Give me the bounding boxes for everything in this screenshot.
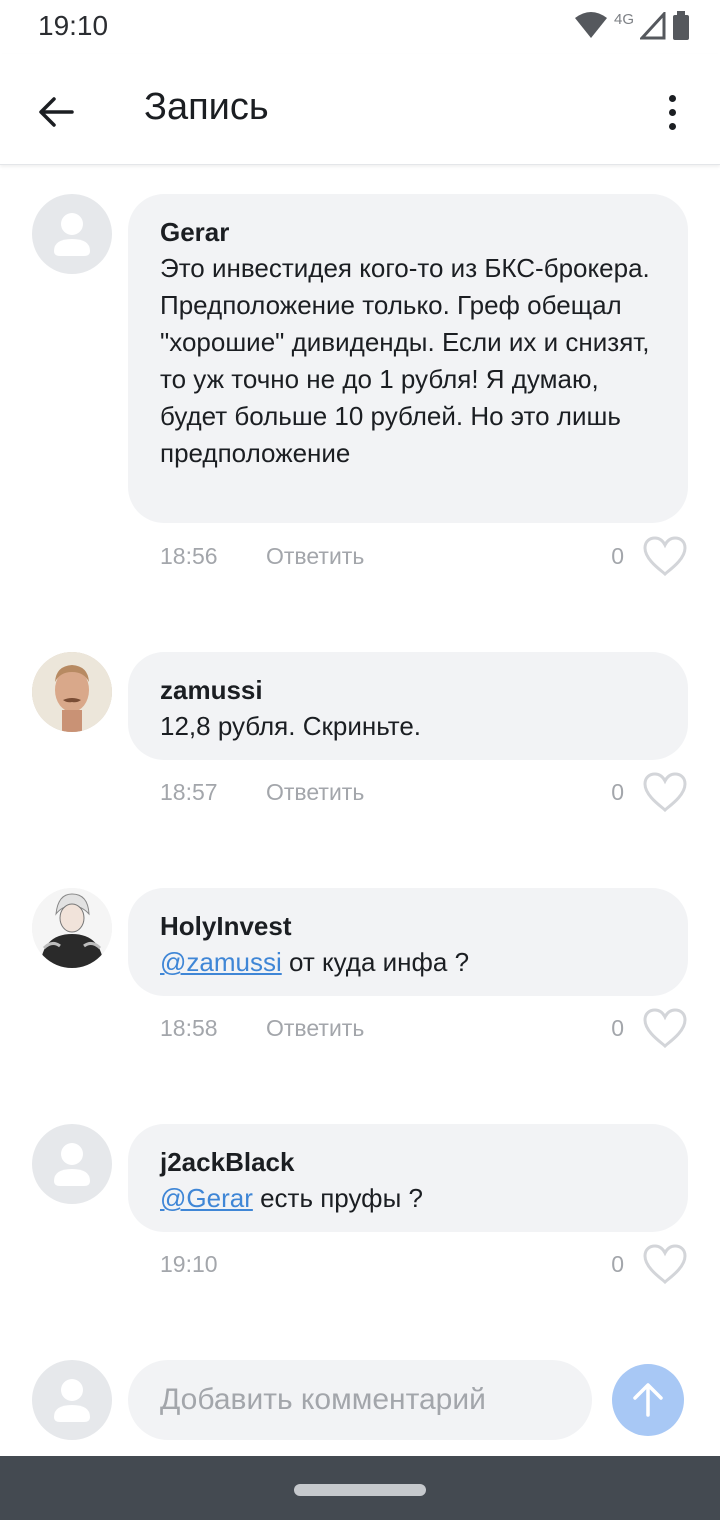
comment-time: 18:57 bbox=[160, 779, 218, 805]
app-bar: Запись bbox=[0, 54, 720, 165]
comment-text: 12,8 рубля. Скриньте. bbox=[160, 711, 422, 741]
comment-time: 19:10 bbox=[160, 1251, 218, 1277]
comment-author[interactable]: j2ackBlack bbox=[160, 1144, 660, 1180]
battery-icon bbox=[673, 11, 689, 40]
back-button[interactable] bbox=[28, 84, 84, 140]
page-title: Запись bbox=[144, 86, 269, 128]
comment-time: 18:56 bbox=[160, 543, 218, 569]
comment-text-body: от куда инфа ? bbox=[281, 947, 470, 977]
comment-meta: 18:58 Ответить 0 bbox=[160, 1007, 688, 1049]
status-icons: 4G bbox=[574, 10, 690, 42]
like-count: 0 bbox=[611, 543, 624, 569]
comment-meta: 18:56 Ответить 0 bbox=[160, 535, 688, 577]
like-count: 0 bbox=[611, 779, 624, 805]
comment-author[interactable]: Gerar bbox=[160, 214, 660, 250]
avatar[interactable] bbox=[32, 888, 112, 968]
avatar[interactable] bbox=[32, 652, 112, 732]
like-count: 0 bbox=[611, 1251, 624, 1277]
reply-button[interactable]: Ответить bbox=[266, 543, 364, 570]
comment-time: 18:58 bbox=[160, 1015, 218, 1041]
comment-bubble: j2ackBlack @Gerar есть пруфы ? bbox=[128, 1124, 688, 1232]
comment-text: @zamussi от куда инфа ? bbox=[160, 944, 660, 981]
network-type-label: 4G bbox=[613, 10, 634, 28]
status-bar: 19:10 4G bbox=[0, 0, 720, 54]
wifi-icon bbox=[574, 12, 607, 38]
comment-meta: 18:57 Ответить 0 bbox=[160, 771, 688, 813]
more-options-button[interactable] bbox=[652, 84, 692, 140]
arrow-back-icon bbox=[39, 97, 74, 127]
arrow-up-icon bbox=[633, 1383, 663, 1417]
status-time: 19:10 bbox=[38, 10, 109, 41]
mention-link[interactable]: @zamussi bbox=[160, 947, 282, 977]
user-photo-icon bbox=[32, 888, 112, 968]
reply-button[interactable]: Ответить bbox=[266, 1015, 364, 1042]
default-avatar-icon bbox=[54, 213, 90, 256]
send-button[interactable] bbox=[612, 1364, 684, 1436]
comment-bubble: HolyInvest @zamussi от куда инфа ? bbox=[128, 888, 688, 996]
comment-text: Это инвестидея кого-то из БКС-брокера. П… bbox=[160, 253, 650, 468]
user-photo-icon bbox=[32, 652, 112, 732]
like-count: 0 bbox=[611, 1015, 624, 1041]
home-gesture-handle[interactable] bbox=[294, 1484, 426, 1496]
system-nav-bar bbox=[0, 1456, 720, 1520]
default-avatar-icon bbox=[54, 1143, 90, 1186]
cellular-signal-icon bbox=[640, 12, 666, 40]
heart-icon[interactable] bbox=[642, 1243, 688, 1285]
current-user-avatar bbox=[32, 1360, 112, 1440]
avatar[interactable] bbox=[32, 194, 112, 274]
reply-button[interactable]: Ответить bbox=[266, 779, 364, 806]
more-vertical-icon bbox=[668, 94, 676, 102]
comment-bubble: zamussi 12,8 рубля. Скриньте. bbox=[128, 652, 688, 760]
comment-bubble: Gerar Это инвестидея кого-то из БКС-брок… bbox=[128, 194, 688, 523]
mention-link[interactable]: @Gerar bbox=[160, 1183, 253, 1213]
avatar[interactable] bbox=[32, 1124, 112, 1204]
comment-text-body: есть пруфы ? bbox=[252, 1183, 423, 1213]
comment-meta: 19:10 0 bbox=[160, 1243, 688, 1285]
heart-icon[interactable] bbox=[642, 771, 688, 813]
comment-input[interactable]: Добавить комментарий bbox=[128, 1360, 592, 1440]
heart-icon[interactable] bbox=[642, 535, 688, 577]
comment-author[interactable]: zamussi bbox=[160, 672, 660, 708]
default-avatar-icon bbox=[54, 1379, 90, 1422]
comment-text: @Gerar есть пруфы ? bbox=[160, 1180, 660, 1217]
heart-icon[interactable] bbox=[642, 1007, 688, 1049]
comment-author[interactable]: HolyInvest bbox=[160, 908, 660, 944]
